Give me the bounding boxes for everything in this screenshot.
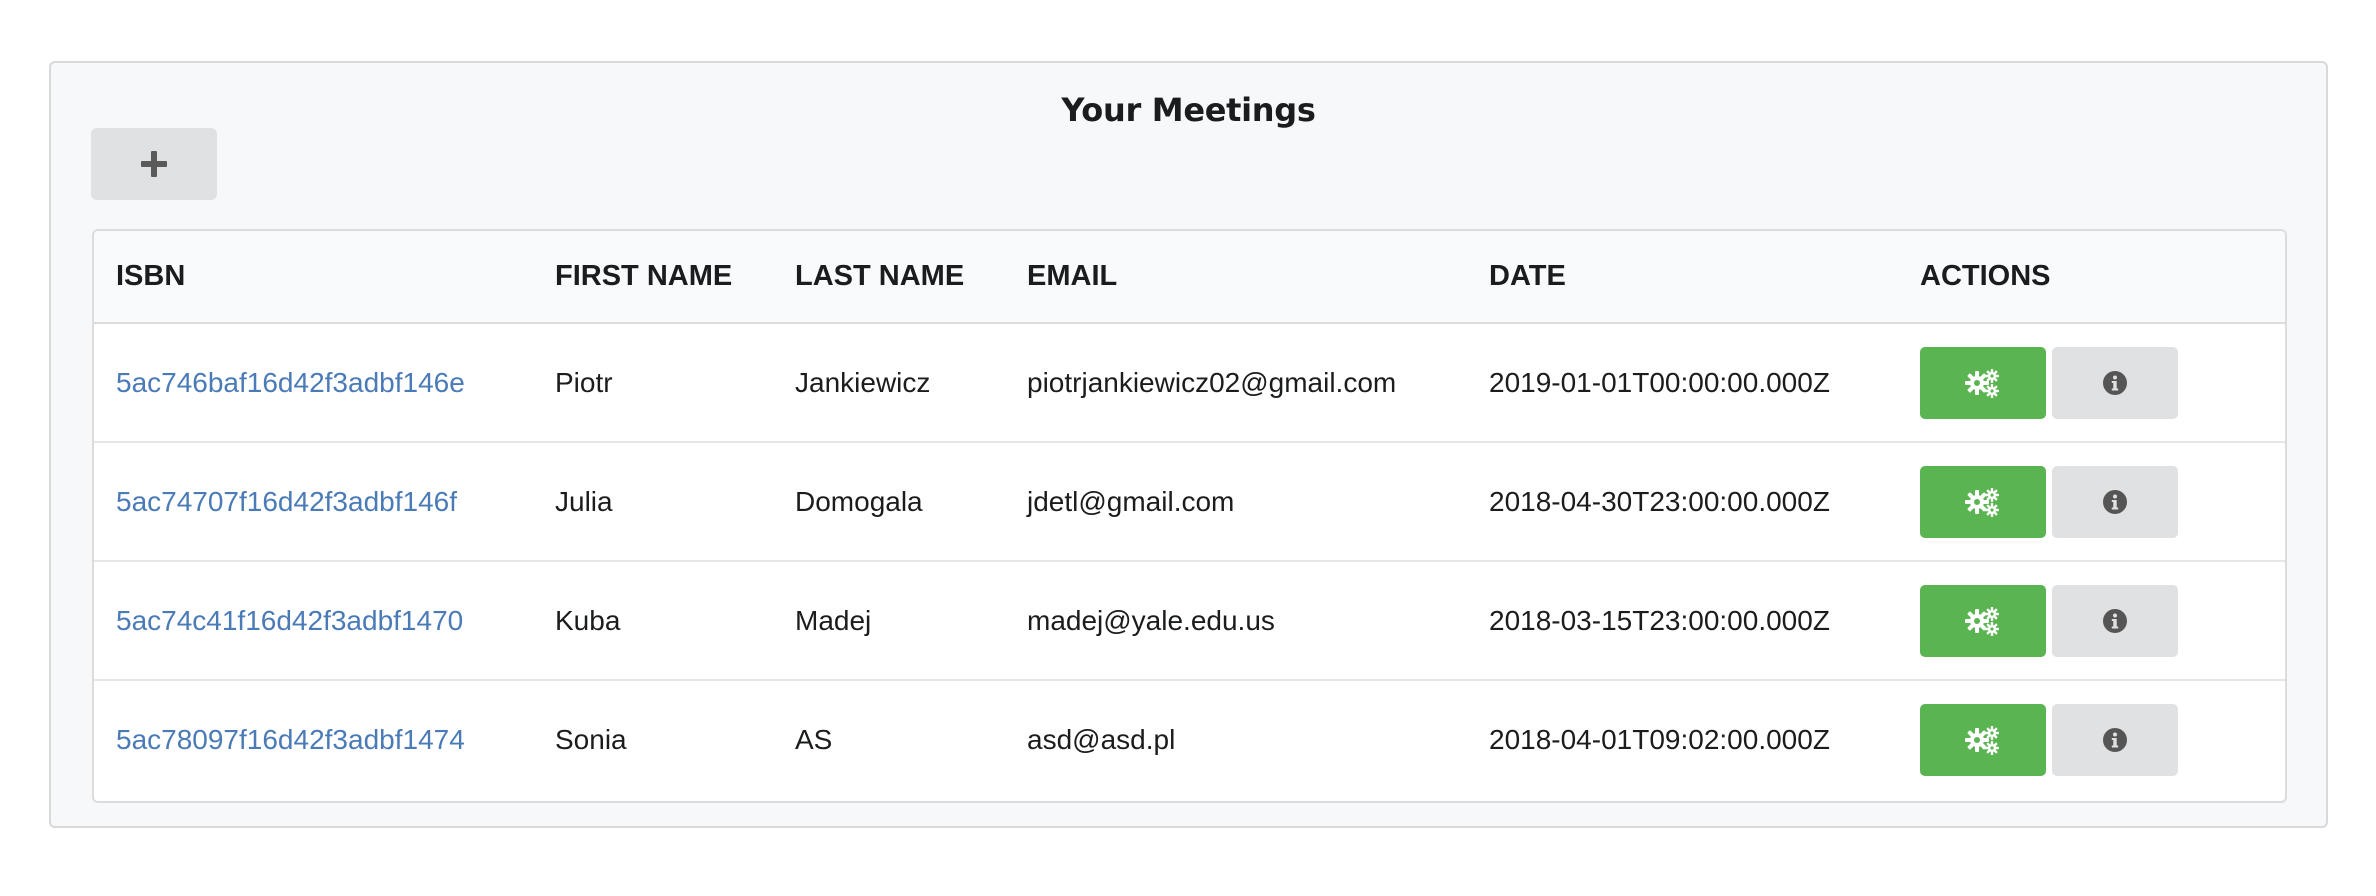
cogs-icon [1965,487,1999,517]
first-name-cell: Piotr [555,366,613,398]
column-header-last-name[interactable]: LAST NAME [773,231,1005,324]
column-header-email[interactable]: EMAIL [1005,231,1467,324]
settings-button[interactable] [1920,584,2046,657]
table-row: 5ac74707f16d42f3adbf146f Julia Domogala … [94,441,2285,561]
last-name-cell: AS [773,679,1005,799]
info-button[interactable] [2052,346,2178,419]
add-meeting-button[interactable] [91,128,217,200]
meetings-table: ISBN FIRST NAME LAST NAME EMAIL DATE ACT… [92,229,2287,803]
table-header-row: ISBN FIRST NAME LAST NAME EMAIL DATE ACT… [94,231,2285,324]
row-actions [1920,704,2285,776]
info-button[interactable] [2052,584,2178,657]
date-cell: 2019-01-01T00:00:00.000Z [1489,366,1830,398]
last-name-cell: Domogala [773,441,1005,561]
column-header-first-name[interactable]: FIRST NAME [533,231,773,324]
last-name-cell: Madej [773,560,1005,680]
meetings-panel: Your Meetings ISBN FIRST NAME LAST NAME … [49,61,2328,828]
first-name-cell: Kuba [533,560,773,680]
info-circle-icon [2103,370,2127,395]
info-button[interactable] [2052,704,2178,776]
info-button[interactable] [2052,465,2178,538]
table-row: 5ac78097f16d42f3adbf1474 Sonia AS asd@as… [94,679,2285,799]
settings-button[interactable] [1920,465,2046,538]
first-name-cell: Julia [533,441,773,561]
settings-button[interactable] [1920,346,2046,419]
row-actions [1920,584,2285,657]
isbn-link[interactable]: 5ac78097f16d42f3adbf1474 [116,724,465,755]
column-header-actions: ACTIONS [1898,231,2285,324]
email-cell: madej@yale.edu.us [1005,560,1467,680]
date-cell: 2018-04-01T09:02:00.000Z [1467,679,1898,799]
table-row: 5ac74c41f16d42f3adbf1470 Kuba Madej made… [94,560,2285,680]
isbn-link[interactable]: 5ac74c41f16d42f3adbf1470 [116,605,463,636]
table-row: 5ac746baf16d42f3adbf146e Piotr Jankiewic… [94,323,2285,442]
email-cell: jdetl@gmail.com [1005,441,1467,561]
row-actions [1920,465,2285,538]
column-header-date[interactable]: DATE [1467,231,1898,324]
last-name-cell: Jankiewicz [795,366,931,398]
page-title: Your Meetings [1061,91,1316,129]
plus-icon [141,151,167,177]
info-circle-icon [2103,608,2127,633]
email-cell: asd@asd.pl [1005,679,1467,799]
info-circle-icon [2103,728,2127,752]
info-circle-icon [2103,489,2127,514]
cogs-icon [1965,368,1999,398]
first-name-cell: Sonia [533,679,773,799]
email-cell: piotrjankiewicz02@gmail.com [1027,366,1397,398]
cogs-icon [1965,606,1999,636]
isbn-link[interactable]: 5ac74707f16d42f3adbf146f [116,486,457,517]
column-header-isbn[interactable]: ISBN [94,231,533,324]
isbn-link[interactable]: 5ac746baf16d42f3adbf146e [116,367,465,398]
row-actions [1920,346,2285,419]
settings-button[interactable] [1920,704,2046,776]
date-cell: 2018-03-15T23:00:00.000Z [1467,560,1898,680]
date-cell: 2018-04-30T23:00:00.000Z [1467,441,1898,561]
cogs-icon [1965,726,1999,755]
